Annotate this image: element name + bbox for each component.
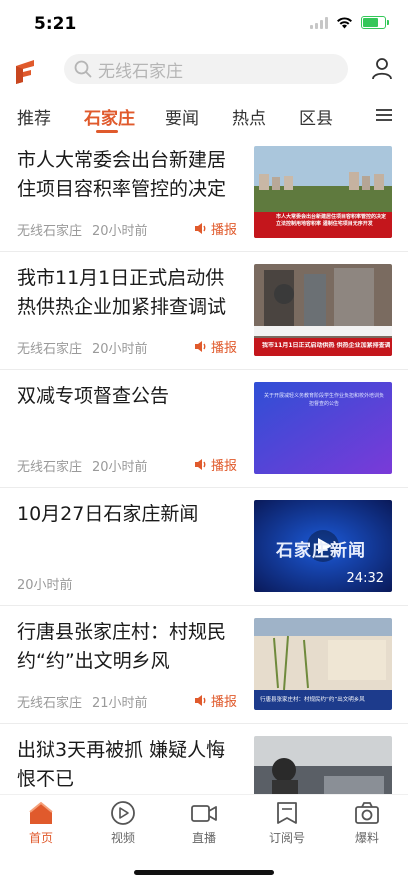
news-meta: 无线石家庄 20小时前 [17, 338, 148, 357]
thumbnail-caption: 市人大常委会出台新建居住项目容积率管控的决定 立法控制用地容积率 遏制住宅项目无… [276, 214, 387, 227]
broadcast-button[interactable]: 播报 [194, 219, 237, 238]
nav-live[interactable]: 直播 [169, 799, 239, 846]
news-thumbnail[interactable]: 我市11月1日正式启动供热 供热企业加紧排查调试 [254, 264, 392, 356]
channel-tabs: 推荐 石家庄 要闻 热点 区县 [0, 96, 408, 134]
nav-home[interactable]: 首页 [6, 799, 76, 846]
camera-icon [355, 802, 379, 824]
thumbnail-caption: 我市11月1日正式启动供热 供热企业加紧排查调试 [262, 342, 390, 349]
status-bar: 5:21 [0, 0, 408, 48]
news-meta: 无线石家庄 20小时前 [17, 220, 148, 239]
speaker-icon [195, 695, 206, 706]
status-time: 5:21 [34, 14, 77, 34]
news-item[interactable]: 双减专项督查公告 无线石家庄 20小时前 播报 关于开展减轻义务教育阶段学生作业… [0, 370, 408, 488]
wifi-icon [337, 17, 352, 29]
tab-districts[interactable]: 区县 [299, 104, 333, 129]
news-time: 20小时前 [17, 578, 73, 593]
news-item[interactable]: 行唐县张家庄村：村规民约“约”出文明乡风 无线石家庄 21小时前 播报 行唐县张… [0, 606, 408, 724]
nav-live-label: 直播 [191, 831, 216, 845]
news-thumbnail[interactable] [254, 736, 392, 794]
thumbnail-caption: 关于开展减轻义务教育阶段学生作业负担和校外培训负担督查的公告 [264, 393, 385, 407]
news-time: 20小时前 [92, 460, 148, 475]
news-time: 20小时前 [92, 342, 148, 357]
nav-tip-off-label: 爆料 [354, 831, 379, 845]
search-icon [74, 60, 92, 78]
news-item[interactable]: 市人大常委会出台新建居住项目容积率管控的决定 无线石家庄 20小时前 播报 市人… [0, 134, 408, 252]
header: 无线石家庄 [0, 50, 408, 90]
signal-icon [310, 16, 328, 29]
tab-headlines[interactable]: 要闻 [165, 104, 199, 129]
search-bar[interactable]: 无线石家庄 [64, 54, 348, 84]
speaker-icon [195, 341, 206, 352]
broadcast-label: 播报 [211, 695, 238, 710]
nav-tip-off[interactable]: 爆料 [332, 799, 402, 846]
news-time: 20小时前 [92, 224, 148, 239]
broadcast-label: 播报 [211, 459, 238, 474]
news-thumbnail[interactable]: 行唐县张家庄村：村规民约“约”出文明乡风 [254, 618, 392, 710]
news-meta: 20小时前 [17, 574, 73, 593]
app-logo[interactable] [14, 58, 36, 84]
video-duration: 24:32 [346, 571, 384, 586]
home-icon [29, 801, 53, 824]
video-thumbnail[interactable]: 石家庄新闻 24:32 [254, 500, 392, 592]
news-title[interactable]: 出狱3天再被抓 嫌疑人悔恨不已 [17, 736, 239, 794]
active-tab-indicator [96, 130, 118, 133]
home-indicator [134, 870, 274, 875]
news-meta: 无线石家庄 20小时前 [17, 456, 148, 475]
live-camera-icon [191, 805, 217, 822]
bookmark-icon [277, 802, 297, 824]
speaker-icon [195, 459, 206, 470]
news-item[interactable]: 出狱3天再被抓 嫌疑人悔恨不已 [0, 724, 408, 794]
nav-video-label: 视频 [110, 831, 135, 845]
user-icon[interactable] [370, 56, 394, 80]
news-item[interactable]: 10月27日石家庄新闻 20小时前 石家庄新闻 24:32 [0, 488, 408, 606]
news-thumbnail[interactable]: 关于开展减轻义务教育阶段学生作业负担和校外培训负担督查的公告 [254, 382, 392, 474]
news-thumbnail[interactable]: 市人大常委会出台新建居住项目容积率管控的决定 立法控制用地容积率 遏制住宅项目无… [254, 146, 392, 238]
broadcast-label: 播报 [211, 223, 238, 238]
news-time: 21小时前 [92, 696, 148, 711]
tab-hot[interactable]: 热点 [232, 104, 266, 129]
speaker-icon [195, 223, 206, 234]
battery-icon [361, 16, 389, 29]
news-title[interactable]: 我市11月1日正式启动供热供热企业加紧排查调试 [17, 264, 239, 322]
news-list: 市人大常委会出台新建居住项目容积率管控的决定 无线石家庄 20小时前 播报 市人… [0, 134, 408, 794]
broadcast-button[interactable]: 播报 [194, 337, 237, 356]
tab-shijiazhuang[interactable]: 石家庄 [84, 104, 135, 129]
news-source: 无线石家庄 [17, 460, 83, 475]
thumbnail-caption: 行唐县张家庄村：村规民约“约”出文明乡风 [260, 697, 365, 703]
broadcast-button[interactable]: 播报 [194, 455, 237, 474]
tab-recommend[interactable]: 推荐 [17, 104, 51, 129]
status-icons [310, 16, 389, 29]
news-title[interactable]: 双减专项督查公告 [17, 382, 239, 411]
video-play-icon [111, 801, 135, 825]
broadcast-button[interactable]: 播报 [194, 691, 237, 710]
nav-subscriptions[interactable]: 订阅号 [252, 799, 322, 846]
news-source: 无线石家庄 [17, 342, 83, 357]
news-source: 无线石家庄 [17, 224, 83, 239]
news-source: 无线石家庄 [17, 696, 83, 711]
nav-home-label: 首页 [28, 831, 53, 845]
broadcast-label: 播报 [211, 341, 238, 356]
search-placeholder: 无线石家庄 [98, 61, 183, 82]
news-title[interactable]: 行唐县张家庄村：村规民约“约”出文明乡风 [17, 618, 239, 676]
nav-subscriptions-label: 订阅号 [268, 831, 305, 845]
news-meta: 无线石家庄 21小时前 [17, 692, 148, 711]
news-title[interactable]: 10月27日石家庄新闻 [17, 500, 239, 529]
menu-icon[interactable] [376, 108, 392, 122]
news-item[interactable]: 我市11月1日正式启动供热供热企业加紧排查调试 无线石家庄 20小时前 播报 我… [0, 252, 408, 370]
nav-video[interactable]: 视频 [88, 799, 158, 846]
news-title[interactable]: 市人大常委会出台新建居住项目容积率管控的决定 [17, 146, 239, 204]
thumbnail-caption: 石家庄新闻 [276, 541, 366, 561]
